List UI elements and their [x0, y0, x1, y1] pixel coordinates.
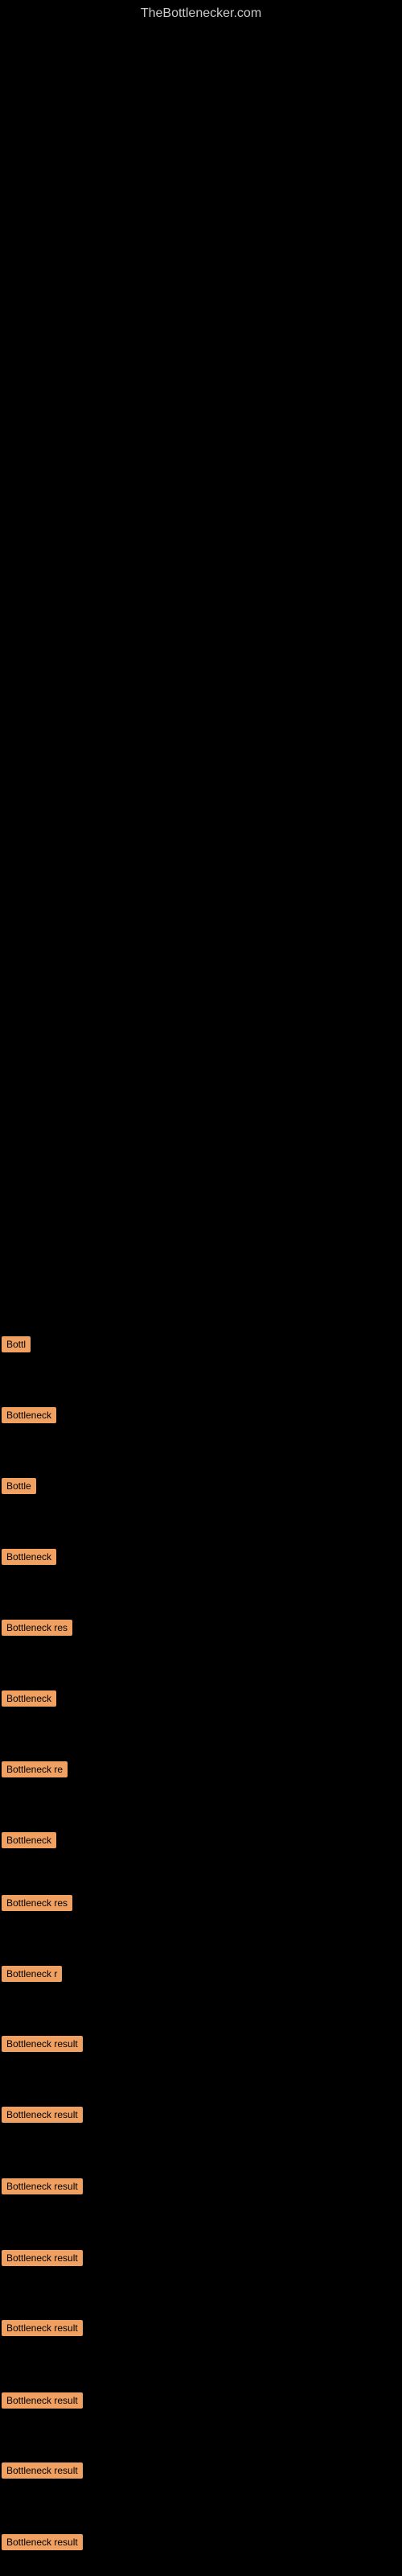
bottleneck-result-badge[interactable]: Bottleneck res	[2, 1620, 72, 1636]
bottleneck-badge-container: Bottleneck result	[2, 2462, 83, 2483]
bottleneck-badge-container: Bottleneck result	[2, 2107, 83, 2127]
bottleneck-badge-container: Bottleneck	[2, 1549, 56, 1569]
bottleneck-result-badge[interactable]: Bottleneck result	[2, 2107, 83, 2123]
bottleneck-badge-container: Bottleneck	[2, 1407, 56, 1427]
bottleneck-result-badge[interactable]: Bottleneck res	[2, 1895, 72, 1911]
bottleneck-badge-container: Bottleneck result	[2, 2392, 83, 2413]
bottleneck-result-badge[interactable]: Bottleneck	[2, 1690, 56, 1707]
bottleneck-result-badge[interactable]: Bottleneck result	[2, 2392, 83, 2409]
bottleneck-badge-container: Bottleneck res	[2, 1620, 72, 1640]
bottleneck-badge-container: Bottl	[2, 1336, 31, 1356]
bottleneck-result-badge[interactable]: Bottleneck	[2, 1832, 56, 1848]
bottleneck-result-badge[interactable]: Bottl	[2, 1336, 31, 1352]
site-title: TheBottlenecker.com	[0, 0, 402, 24]
bottleneck-badge-container: Bottleneck result	[2, 2320, 83, 2340]
bottleneck-badge-container: Bottleneck re	[2, 1761, 68, 1781]
bottleneck-badge-container: Bottle	[2, 1478, 36, 1498]
bottleneck-result-badge[interactable]: Bottle	[2, 1478, 36, 1494]
bottleneck-result-badge[interactable]: Bottleneck	[2, 1407, 56, 1423]
bottleneck-badge-container: Bottleneck result	[2, 2250, 83, 2270]
bottleneck-result-badge[interactable]: Bottleneck result	[2, 2036, 83, 2052]
bottleneck-badge-container: Bottleneck	[2, 1832, 56, 1852]
bottleneck-result-badge[interactable]: Bottleneck result	[2, 2178, 83, 2194]
bottleneck-badge-container: Bottleneck r	[2, 1966, 62, 1986]
bottleneck-result-badge[interactable]: Bottleneck result	[2, 2534, 83, 2550]
bottleneck-badge-container: Bottleneck result	[2, 2036, 83, 2056]
bottleneck-result-badge[interactable]: Bottleneck re	[2, 1761, 68, 1777]
bottleneck-result-badge[interactable]: Bottleneck result	[2, 2250, 83, 2266]
bottleneck-result-badge[interactable]: Bottleneck result	[2, 2320, 83, 2336]
bottleneck-result-badge[interactable]: Bottleneck result	[2, 2462, 83, 2479]
bottleneck-badge-container: Bottleneck	[2, 1690, 56, 1711]
bottleneck-badge-container: Bottleneck result	[2, 2534, 83, 2554]
bottleneck-result-badge[interactable]: Bottleneck r	[2, 1966, 62, 1982]
bottleneck-badge-container: Bottleneck res	[2, 1895, 72, 1915]
bottleneck-result-badge[interactable]: Bottleneck	[2, 1549, 56, 1565]
bottleneck-badge-container: Bottleneck result	[2, 2178, 83, 2198]
